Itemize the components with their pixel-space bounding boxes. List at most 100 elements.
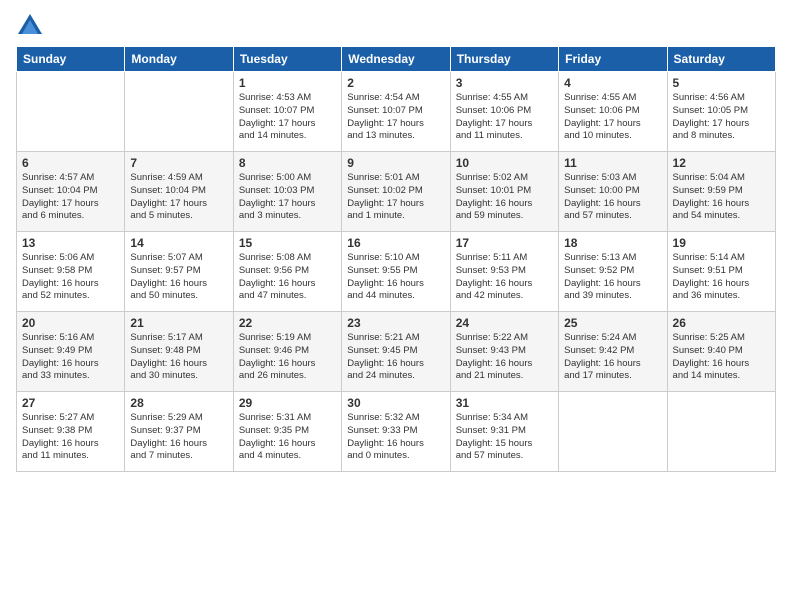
calendar-cell: 16 Sunrise: 5:10 AM Sunset: 9:55 PM Dayli…: [342, 232, 450, 312]
calendar-header-sunday: Sunday: [17, 47, 125, 72]
calendar-cell: 23 Sunrise: 5:21 AM Sunset: 9:45 PM Dayli…: [342, 312, 450, 392]
day-number: 17: [456, 236, 553, 250]
calendar-cell: 25 Sunrise: 5:24 AM Sunset: 9:42 PM Dayli…: [559, 312, 667, 392]
calendar-header-row: SundayMondayTuesdayWednesdayThursdayFrid…: [17, 47, 776, 72]
day-info: Sunrise: 5:17 AM Sunset: 9:48 PM Dayligh…: [130, 332, 227, 383]
day-number: 14: [130, 236, 227, 250]
calendar-cell: 1 Sunrise: 4:53 AM Sunset: 10:07 PM Dayli…: [233, 72, 341, 152]
day-number: 10: [456, 156, 553, 170]
day-number: 26: [673, 316, 770, 330]
day-number: 16: [347, 236, 444, 250]
day-number: 27: [22, 396, 119, 410]
day-number: 29: [239, 396, 336, 410]
day-number: 22: [239, 316, 336, 330]
day-info: Sunrise: 4:55 AM Sunset: 10:06 PM Daylig…: [456, 92, 553, 143]
calendar-cell: 26 Sunrise: 5:25 AM Sunset: 9:40 PM Dayli…: [667, 312, 775, 392]
calendar-header-tuesday: Tuesday: [233, 47, 341, 72]
day-info: Sunrise: 5:10 AM Sunset: 9:55 PM Dayligh…: [347, 252, 444, 303]
day-info: Sunrise: 5:08 AM Sunset: 9:56 PM Dayligh…: [239, 252, 336, 303]
day-number: 18: [564, 236, 661, 250]
calendar-cell: 20 Sunrise: 5:16 AM Sunset: 9:49 PM Dayli…: [17, 312, 125, 392]
day-number: 25: [564, 316, 661, 330]
day-number: 6: [22, 156, 119, 170]
day-info: Sunrise: 5:00 AM Sunset: 10:03 PM Daylig…: [239, 172, 336, 223]
day-number: 1: [239, 76, 336, 90]
calendar-cell: 14Sunrise: 5:07 AM Sunset: 9:57 PM Dayli…: [125, 232, 233, 312]
calendar-cell: 27 Sunrise: 5:27 AM Sunset: 9:38 PM Dayli…: [17, 392, 125, 472]
day-info: Sunrise: 5:02 AM Sunset: 10:01 PM Daylig…: [456, 172, 553, 223]
calendar-week-row: 13Sunrise: 5:06 AM Sunset: 9:58 PM Dayli…: [17, 232, 776, 312]
day-info: Sunrise: 5:21 AM Sunset: 9:45 PM Dayligh…: [347, 332, 444, 383]
calendar-cell: [125, 72, 233, 152]
day-info: Sunrise: 5:31 AM Sunset: 9:35 PM Dayligh…: [239, 412, 336, 463]
calendar-cell: 11 Sunrise: 5:03 AM Sunset: 10:00 PM Dayl…: [559, 152, 667, 232]
calendar-week-row: 1 Sunrise: 4:53 AM Sunset: 10:07 PM Dayli…: [17, 72, 776, 152]
day-number: 23: [347, 316, 444, 330]
day-info: Sunrise: 5:24 AM Sunset: 9:42 PM Dayligh…: [564, 332, 661, 383]
day-info: Sunrise: 5:06 AM Sunset: 9:58 PM Dayligh…: [22, 252, 119, 303]
logo-icon: [16, 12, 44, 40]
day-info: Sunrise: 5:11 AM Sunset: 9:53 PM Dayligh…: [456, 252, 553, 303]
calendar-cell: 3 Sunrise: 4:55 AM Sunset: 10:06 PM Dayli…: [450, 72, 558, 152]
day-number: 5: [673, 76, 770, 90]
calendar-cell: 6Sunrise: 4:57 AM Sunset: 10:04 PM Dayli…: [17, 152, 125, 232]
day-info: Sunrise: 4:55 AM Sunset: 10:06 PM Daylig…: [564, 92, 661, 143]
calendar-cell: 15 Sunrise: 5:08 AM Sunset: 9:56 PM Dayli…: [233, 232, 341, 312]
day-number: 2: [347, 76, 444, 90]
day-info: Sunrise: 5:14 AM Sunset: 9:51 PM Dayligh…: [673, 252, 770, 303]
calendar-cell: 24 Sunrise: 5:22 AM Sunset: 9:43 PM Dayli…: [450, 312, 558, 392]
day-info: Sunrise: 4:56 AM Sunset: 10:05 PM Daylig…: [673, 92, 770, 143]
day-info: Sunrise: 4:54 AM Sunset: 10:07 PM Daylig…: [347, 92, 444, 143]
day-info: Sunrise: 5:34 AM Sunset: 9:31 PM Dayligh…: [456, 412, 553, 463]
day-info: Sunrise: 5:32 AM Sunset: 9:33 PM Dayligh…: [347, 412, 444, 463]
day-number: 4: [564, 76, 661, 90]
calendar-week-row: 6Sunrise: 4:57 AM Sunset: 10:04 PM Dayli…: [17, 152, 776, 232]
day-number: 11: [564, 156, 661, 170]
day-number: 8: [239, 156, 336, 170]
calendar-cell: 22 Sunrise: 5:19 AM Sunset: 9:46 PM Dayli…: [233, 312, 341, 392]
day-info: Sunrise: 5:27 AM Sunset: 9:38 PM Dayligh…: [22, 412, 119, 463]
calendar-cell: 4 Sunrise: 4:55 AM Sunset: 10:06 PM Dayli…: [559, 72, 667, 152]
calendar-cell: [17, 72, 125, 152]
page: SundayMondayTuesdayWednesdayThursdayFrid…: [0, 0, 792, 612]
day-info: Sunrise: 5:16 AM Sunset: 9:49 PM Dayligh…: [22, 332, 119, 383]
day-number: 20: [22, 316, 119, 330]
day-info: Sunrise: 5:25 AM Sunset: 9:40 PM Dayligh…: [673, 332, 770, 383]
calendar-header-wednesday: Wednesday: [342, 47, 450, 72]
day-number: 28: [130, 396, 227, 410]
day-info: Sunrise: 5:19 AM Sunset: 9:46 PM Dayligh…: [239, 332, 336, 383]
calendar: SundayMondayTuesdayWednesdayThursdayFrid…: [16, 46, 776, 472]
calendar-cell: 9 Sunrise: 5:01 AM Sunset: 10:02 PM Dayli…: [342, 152, 450, 232]
day-number: 31: [456, 396, 553, 410]
calendar-cell: 2 Sunrise: 4:54 AM Sunset: 10:07 PM Dayli…: [342, 72, 450, 152]
calendar-cell: 29 Sunrise: 5:31 AM Sunset: 9:35 PM Dayli…: [233, 392, 341, 472]
calendar-header-monday: Monday: [125, 47, 233, 72]
day-info: Sunrise: 5:01 AM Sunset: 10:02 PM Daylig…: [347, 172, 444, 223]
calendar-cell: 18Sunrise: 5:13 AM Sunset: 9:52 PM Dayli…: [559, 232, 667, 312]
calendar-week-row: 20 Sunrise: 5:16 AM Sunset: 9:49 PM Dayli…: [17, 312, 776, 392]
day-info: Sunrise: 5:22 AM Sunset: 9:43 PM Dayligh…: [456, 332, 553, 383]
day-number: 7: [130, 156, 227, 170]
calendar-week-row: 27 Sunrise: 5:27 AM Sunset: 9:38 PM Dayli…: [17, 392, 776, 472]
calendar-cell: 28Sunrise: 5:29 AM Sunset: 9:37 PM Dayli…: [125, 392, 233, 472]
day-number: 9: [347, 156, 444, 170]
calendar-cell: [559, 392, 667, 472]
calendar-cell: 21Sunrise: 5:17 AM Sunset: 9:48 PM Dayli…: [125, 312, 233, 392]
day-info: Sunrise: 5:04 AM Sunset: 9:59 PM Dayligh…: [673, 172, 770, 223]
day-number: 12: [673, 156, 770, 170]
day-number: 3: [456, 76, 553, 90]
day-number: 24: [456, 316, 553, 330]
day-info: Sunrise: 4:59 AM Sunset: 10:04 PM Daylig…: [130, 172, 227, 223]
calendar-cell: 31 Sunrise: 5:34 AM Sunset: 9:31 PM Dayli…: [450, 392, 558, 472]
calendar-cell: 5 Sunrise: 4:56 AM Sunset: 10:05 PM Dayli…: [667, 72, 775, 152]
header: [16, 12, 776, 40]
calendar-cell: 10 Sunrise: 5:02 AM Sunset: 10:01 PM Dayl…: [450, 152, 558, 232]
day-info: Sunrise: 5:03 AM Sunset: 10:00 PM Daylig…: [564, 172, 661, 223]
calendar-header-thursday: Thursday: [450, 47, 558, 72]
day-number: 15: [239, 236, 336, 250]
calendar-cell: 30Sunrise: 5:32 AM Sunset: 9:33 PM Dayli…: [342, 392, 450, 472]
calendar-header-friday: Friday: [559, 47, 667, 72]
day-info: Sunrise: 4:53 AM Sunset: 10:07 PM Daylig…: [239, 92, 336, 143]
calendar-cell: 13Sunrise: 5:06 AM Sunset: 9:58 PM Dayli…: [17, 232, 125, 312]
logo: [16, 12, 48, 40]
